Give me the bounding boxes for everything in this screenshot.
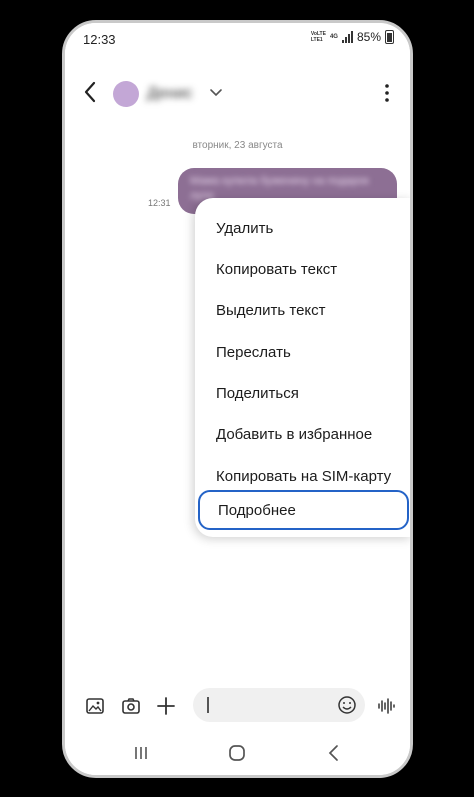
message-input[interactable] [193, 688, 365, 722]
screen: 12:33 VoLTE LTE1 4G 85% Денис вторник, 2… [65, 23, 410, 775]
recent-apps-icon[interactable] [131, 743, 151, 763]
camera-icon[interactable] [120, 695, 142, 717]
network-lte: LTE1 [310, 37, 323, 43]
chevron-down-icon[interactable] [209, 87, 223, 99]
menu-item-delete[interactable]: Удалить [195, 208, 410, 248]
battery-icon [385, 30, 394, 44]
context-menu: Удалить Копировать текст Выделить текст … [195, 198, 410, 537]
menu-item-select-text[interactable]: Выделить текст [195, 290, 410, 330]
network-type-label: 4G [329, 34, 338, 40]
status-icons: VoLTE LTE1 4G 85% [311, 30, 394, 44]
contact-name[interactable]: Денис [147, 85, 193, 103]
menu-item-copy-text[interactable]: Копировать текст [195, 249, 410, 289]
message-time: 12:31 [148, 198, 171, 208]
phone-frame: 12:33 VoLTE LTE1 4G 85% Денис вторник, 2… [62, 20, 413, 778]
network-label: VoLTE LTE1 [311, 31, 326, 43]
avatar[interactable] [113, 81, 139, 107]
status-bar: 12:33 VoLTE LTE1 4G 85% [65, 23, 410, 57]
message-input-bar [65, 681, 410, 731]
menu-item-forward[interactable]: Переслать [195, 332, 410, 372]
plus-icon[interactable] [155, 695, 177, 717]
date-separator: вторник, 23 августа [192, 140, 283, 151]
emoji-icon[interactable] [337, 695, 357, 715]
text-cursor [207, 697, 209, 713]
back-arrow-icon[interactable] [79, 79, 103, 105]
battery-level: 85% [356, 30, 381, 44]
navigation-bar [65, 731, 410, 775]
voice-icon[interactable] [375, 695, 397, 717]
status-time: 12:33 [83, 32, 116, 47]
menu-item-share[interactable]: Поделиться [195, 373, 410, 413]
signal-icon [341, 31, 353, 43]
back-icon[interactable] [324, 743, 344, 763]
menu-item-add-favorites[interactable]: Добавить в избранное [195, 414, 410, 454]
conversation-header: Денис [65, 57, 410, 129]
menu-item-details[interactable]: Подробнее [198, 490, 409, 530]
more-options-icon[interactable] [384, 83, 390, 103]
gallery-icon[interactable] [84, 695, 106, 717]
network-type: 4G [330, 34, 338, 40]
home-icon[interactable] [227, 743, 247, 763]
